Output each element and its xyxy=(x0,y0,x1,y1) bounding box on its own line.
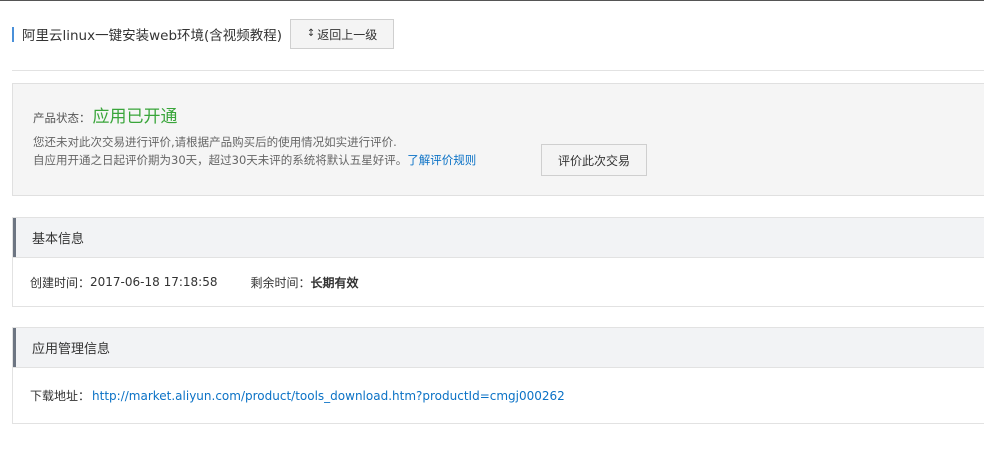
title-accent-bar xyxy=(12,26,14,42)
product-status-panel: 产品状态： 应用已开通 您还未对此次交易进行评价,请根据产品购买后的使用情况如实… xyxy=(12,83,984,196)
basic-info-body: 创建时间： 2017-06-18 17:18:58 剩余时间： 长期有效 xyxy=(13,257,984,306)
created-time-value: 2017-06-18 17:18:58 xyxy=(90,275,218,289)
page-title: 阿里云linux一键安装web环境(含视频教程) xyxy=(22,28,283,44)
review-hint-line-1: 您还未对此次交易进行评价,请根据产品购买后的使用情况如实进行评价. xyxy=(33,135,397,149)
created-time-label: 创建时间： xyxy=(30,275,91,290)
basic-info-section: 基本信息 创建时间： 2017-06-18 17:18:58 剩余时间： 长期有… xyxy=(12,217,984,307)
download-url-link[interactable]: http://market.aliyun.com/product/tools_d… xyxy=(92,389,565,403)
app-management-section: 应用管理信息 下载地址： http://market.aliyun.com/pr… xyxy=(12,327,984,424)
app-management-heading: 应用管理信息 xyxy=(13,328,984,367)
title-divider xyxy=(12,70,984,71)
order-detail-page: 阿里云linux一键安装web环境(含视频教程) ↕ 返回上一级 产品状态： 应… xyxy=(0,0,984,458)
title-bar: 阿里云linux一键安装web环境(含视频教程) ↕ 返回上一级 xyxy=(12,18,395,50)
review-hint-line-2-text: 自应用开通之日起评价期为30天，超过30天未评的系统将默认五星好评。 xyxy=(33,153,408,167)
remaining-time-label: 剩余时间： xyxy=(250,275,311,290)
app-management-body: 下载地址： http://market.aliyun.com/product/t… xyxy=(13,367,984,423)
product-status-row: 产品状态： 应用已开通 xyxy=(33,102,178,127)
basic-info-heading: 基本信息 xyxy=(13,218,984,257)
up-down-arrow-icon: ↕ xyxy=(306,28,316,39)
review-hint-line-2: 自应用开通之日起评价期为30天，超过30天未评的系统将默认五星好评。了解评价规则 xyxy=(33,151,476,169)
rate-transaction-button[interactable]: 评价此次交易 xyxy=(541,144,647,176)
review-rules-link[interactable]: 了解评价规则 xyxy=(407,153,476,167)
download-address-label: 下载地址： xyxy=(30,389,91,403)
remaining-time-value: 长期有效 xyxy=(310,275,359,290)
product-status-value: 应用已开通 xyxy=(92,107,178,127)
product-status-label: 产品状态： xyxy=(33,111,91,125)
back-button[interactable]: ↕ 返回上一级 xyxy=(290,19,395,49)
review-hint: 您还未对此次交易进行评价,请根据产品购买后的使用情况如实进行评价. 自应用开通之… xyxy=(33,133,476,169)
back-button-label: 返回上一级 xyxy=(317,27,378,42)
